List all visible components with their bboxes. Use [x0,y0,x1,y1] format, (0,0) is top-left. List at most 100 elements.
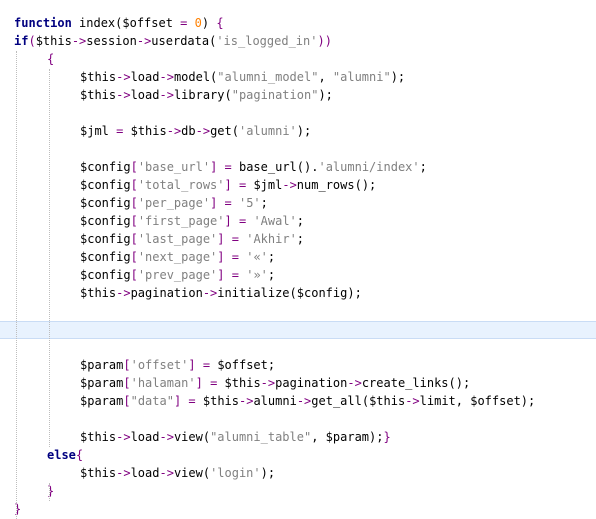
code-line[interactable] [0,411,596,429]
code-token: $param [80,376,124,390]
code-line[interactable]: } [0,501,596,519]
code-line[interactable]: $config['first_page'] = 'Awal'; [0,213,596,231]
code-line[interactable]: $param['halaman'] = $this->pagination->c… [0,375,596,393]
code-token: $this [80,70,117,84]
code-editor[interactable]: function index($offset = 0) { if($this->s… [0,0,596,519]
code-token: ; [267,268,276,282]
code-token: = [108,124,131,138]
code-text: $this->load->view('login'); [80,466,275,480]
code-text: $config['next_page'] = '«'; [80,250,275,264]
code-token: = [202,376,225,390]
code-token: db [181,124,196,138]
code-token: ) [201,16,217,30]
code-token: 'login' [210,466,261,480]
code-token: $this [80,430,117,444]
code-line[interactable]: $config['next_page'] = '«'; [0,249,596,267]
code-token: 'base_url' [137,160,211,174]
code-line[interactable] [0,339,596,357]
code-token: ; [296,214,305,228]
code-token: ); [318,88,333,102]
code-token: [ [130,268,138,282]
code-token: get_all( [311,394,370,408]
code-token: [ [123,376,131,390]
code-token: 'per_page' [137,196,211,210]
code-token: $offset [217,358,268,372]
code-line[interactable]: $this->pagination->initialize($config); [0,285,596,303]
code-token: = [172,16,195,30]
code-line[interactable]: $this->load->view('login'); [0,465,596,483]
code-line[interactable]: $param['offset'] = $offset; [0,357,596,375]
code-token: { [47,52,55,66]
code-line[interactable]: function index($offset = 0) { [0,15,596,33]
code-token: else [47,448,76,462]
code-line[interactable]: $param["data"] = $this->alumni->get_all(… [0,393,596,411]
code-token: -> [405,394,420,408]
code-line[interactable] [0,141,596,159]
code-line[interactable]: $config['base_url'] = base_url().'alumni… [0,159,596,177]
code-line[interactable]: if($this->session->userdata('is_logged_i… [0,33,596,51]
code-token: $jml [253,178,283,192]
code-line[interactable]: $this->load->view("alumni_table", $param… [0,429,596,447]
code-token: )) [317,34,332,48]
code-token: [ [130,196,138,210]
code-token: 'first_page' [137,214,225,228]
code-token: { [216,16,224,30]
code-line[interactable]: } [0,483,596,501]
code-token: limit, [419,394,471,408]
code-token: 'total_rows' [137,178,225,192]
code-token: -> [159,88,174,102]
code-token: "alumni" [332,70,391,84]
code-token: index( [71,16,123,30]
code-token: model( [173,70,218,84]
code-line[interactable]: { [0,51,596,69]
code-token: = [224,232,247,246]
code-line[interactable] [0,321,596,339]
code-token: load [130,70,160,84]
code-token: userdata( [151,34,217,48]
code-token: 'prev_page' [137,268,218,282]
code-line[interactable]: $config['per_page'] = '5'; [0,195,596,213]
code-token: $this [35,34,72,48]
code-token: -> [116,70,131,84]
code-token: ); [260,466,276,480]
code-token: 'last_page' [137,232,218,246]
code-token: ); [390,70,406,84]
code-token: = [217,196,239,210]
code-line[interactable] [0,303,596,321]
code-token: = [224,250,247,264]
code-line[interactable]: else{ [0,447,596,465]
code-token: 'halaman' [130,376,196,390]
code-token: load [130,466,160,480]
code-token: $this [80,466,117,480]
code-token: ; [267,358,276,372]
code-token: ; [296,232,305,246]
code-token: [ [123,394,131,408]
code-line[interactable]: $config['prev_page'] = '»'; [0,267,596,285]
code-token: -> [116,430,131,444]
code-token: [ [130,178,138,192]
code-token: $offset [470,394,521,408]
code-token: $this [369,394,406,408]
code-token: initialize( [217,286,297,300]
code-token: $param [80,394,124,408]
code-token: ); [369,430,384,444]
code-line[interactable]: $this->load->library("pagination"); [0,87,596,105]
code-text: else{ [47,448,83,462]
code-token: "pagination" [231,88,319,102]
code-line[interactable]: $config['last_page'] = 'Akhir'; [0,231,596,249]
code-line[interactable]: $this->load->model("alumni_model", "alum… [0,69,596,87]
code-token: ); [347,286,362,300]
code-line[interactable]: $jml = $this->db->get('alumni'); [0,123,596,141]
code-token: [ [130,232,138,246]
code-text: $config['prev_page'] = '»'; [80,268,275,282]
code-token: -> [159,430,174,444]
code-token: ] [217,250,225,264]
code-line[interactable] [0,105,596,123]
code-token: = [181,394,203,408]
code-token: 0 [194,16,202,30]
code-text: function index($offset = 0) { [14,16,224,30]
code-token: [ [130,214,138,228]
code-token: , [311,430,326,444]
code-line[interactable]: $config['total_rows'] = $jml->num_rows()… [0,177,596,195]
code-token: ] [217,232,225,246]
